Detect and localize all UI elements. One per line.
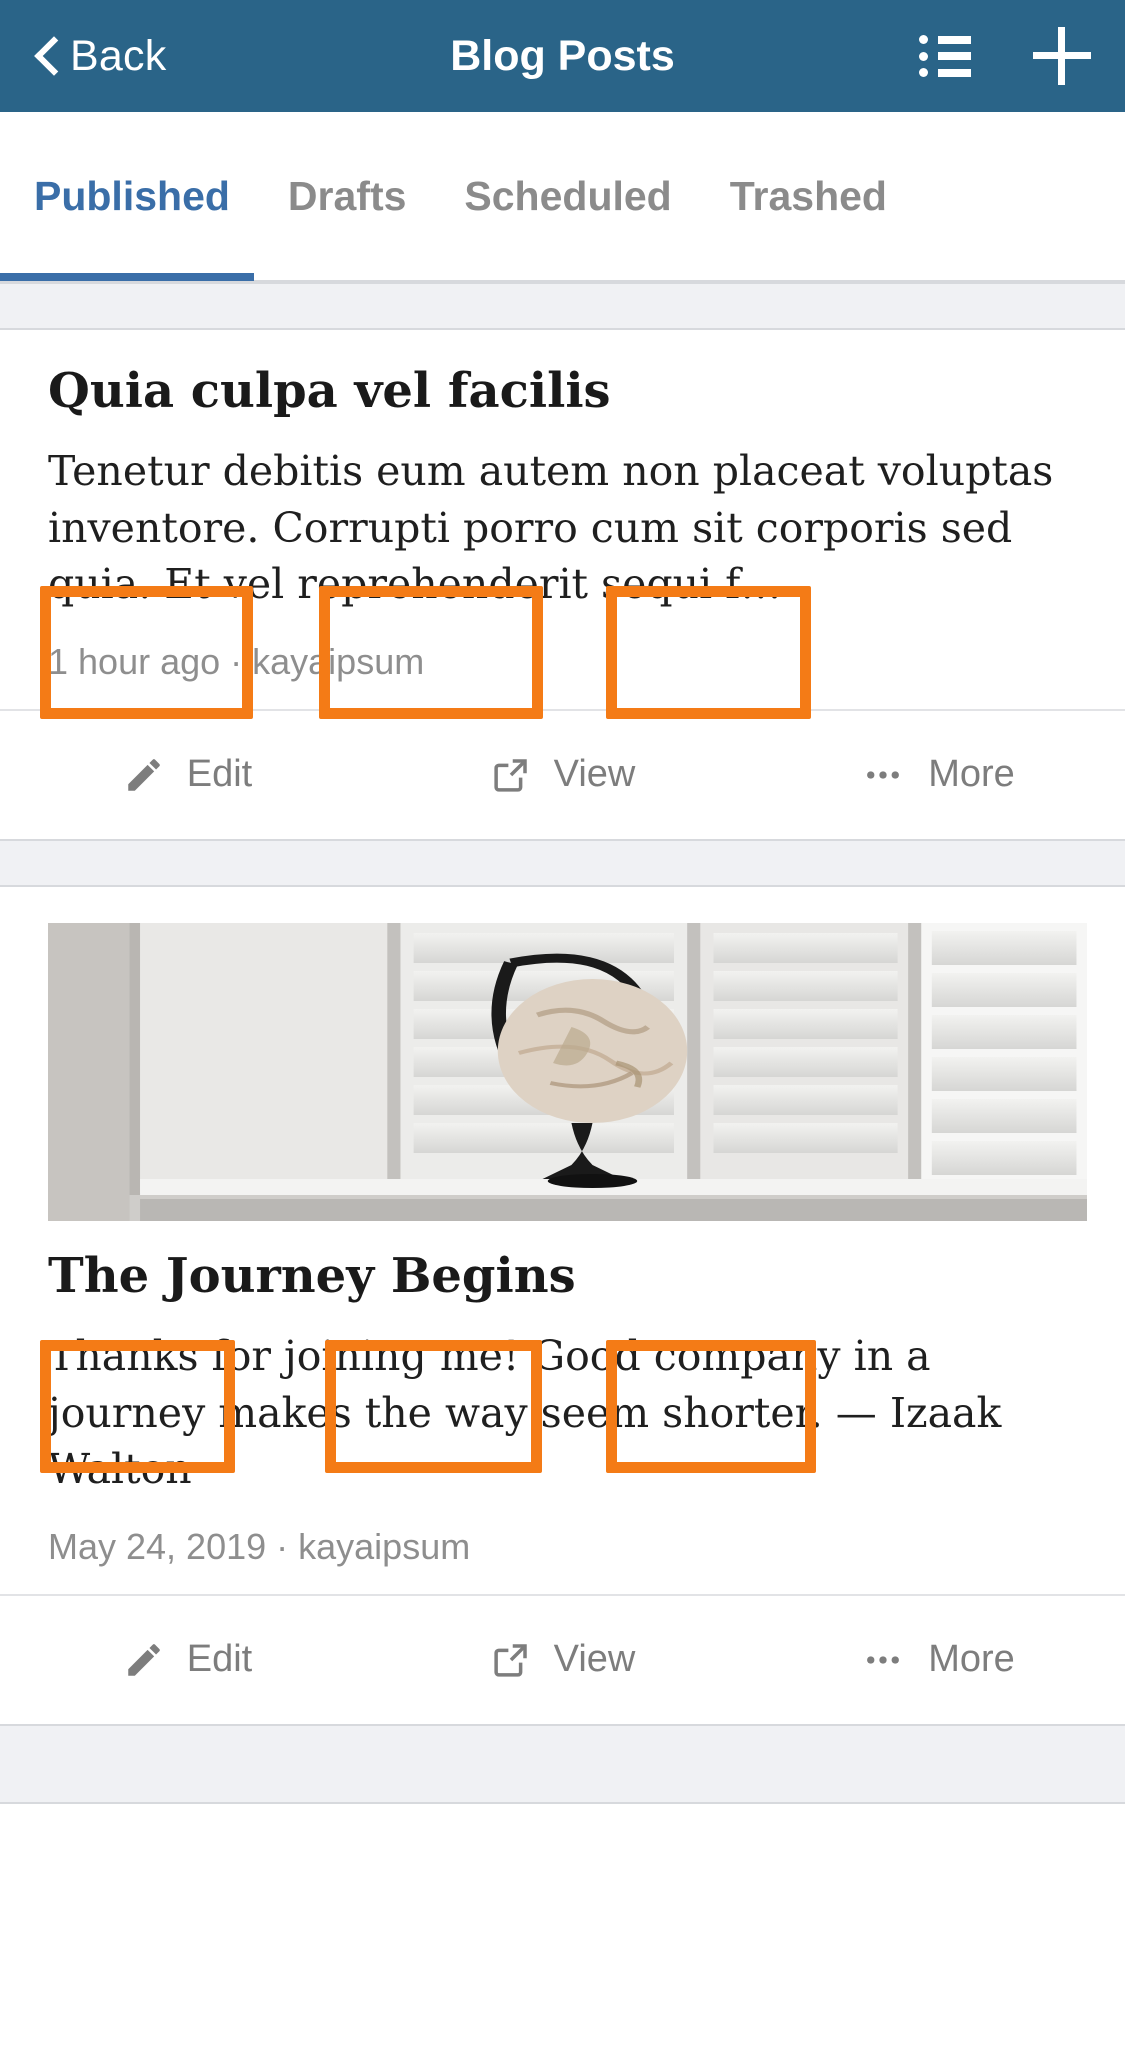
pencil-icon (128, 759, 160, 791)
post-card[interactable]: Quia culpa vel facilis Tenetur debitis e… (0, 330, 1125, 839)
post-title: Quia culpa vel facilis (48, 363, 611, 419)
add-post-icon[interactable] (1033, 27, 1091, 85)
tab-drafts-label: Drafts (287, 172, 407, 219)
post-meta: May 24, 2019 · kayaipsum (48, 1525, 471, 1567)
view-button[interactable]: View (375, 1595, 750, 1724)
tab-published-label: Published (34, 172, 230, 219)
post-featured-image[interactable] (48, 922, 1087, 1221)
list-section-spacer-bottom (0, 1723, 1125, 1804)
navigation-actions (919, 27, 1091, 85)
list-section-spacer-top (0, 282, 1125, 330)
post-meta: 1 hour ago · kayaipsum (48, 640, 425, 682)
post-action-row: Edit View More (0, 708, 1125, 839)
post-card-body: The Journey Begins Thanks for joining me… (0, 1247, 1125, 1594)
globe-photo (48, 922, 1087, 1221)
tab-scheduled-label: Scheduled (464, 172, 672, 219)
external-link-icon (494, 1644, 527, 1677)
tab-scheduled[interactable]: Scheduled (464, 111, 671, 281)
post-action-row: Edit View More (0, 1593, 1125, 1724)
tab-trashed-label: Trashed (729, 172, 887, 219)
edit-button-label: Edit (186, 1638, 253, 1681)
back-button[interactable]: Back (34, 32, 166, 81)
post-card-body: Quia culpa vel facilis Tenetur debitis e… (0, 330, 1125, 709)
ellipsis-icon (867, 1656, 900, 1664)
tab-published[interactable]: Published (0, 111, 254, 281)
edit-button[interactable]: Edit (0, 1595, 375, 1724)
list-section-spacer-middle (0, 838, 1125, 887)
app-screen: Back Blog Posts Published Drafts Schedul… (0, 0, 1125, 2061)
pencil-icon (128, 1644, 160, 1676)
navigation-bar: Back Blog Posts (0, 0, 1125, 112)
post-excerpt: Thanks for joining me! Good company in a… (48, 1332, 1002, 1494)
post-excerpt: Tenetur debitis eum autem non placeat vo… (48, 447, 1054, 609)
more-button[interactable]: More (750, 1595, 1125, 1724)
chevron-left-icon (34, 35, 60, 77)
edit-button-label: Edit (186, 753, 253, 796)
tab-trashed[interactable]: Trashed (730, 111, 887, 281)
external-link-icon (494, 759, 527, 792)
more-button[interactable]: More (750, 710, 1125, 839)
more-button-label: More (928, 1638, 1015, 1681)
back-button-label: Back (70, 31, 167, 80)
edit-button[interactable]: Edit (0, 710, 375, 839)
more-button-label: More (928, 753, 1015, 796)
view-button-label: View (553, 1638, 636, 1681)
tab-bar: Published Drafts Scheduled Trashed (0, 112, 1125, 282)
view-button-label: View (553, 753, 636, 796)
post-title: The Journey Begins (48, 1247, 576, 1304)
view-button[interactable]: View (375, 710, 750, 839)
post-card[interactable]: The Journey Begins Thanks for joining me… (0, 922, 1125, 1724)
ellipsis-icon (867, 771, 900, 779)
tab-drafts[interactable]: Drafts (288, 111, 406, 281)
list-view-icon[interactable] (919, 35, 971, 77)
